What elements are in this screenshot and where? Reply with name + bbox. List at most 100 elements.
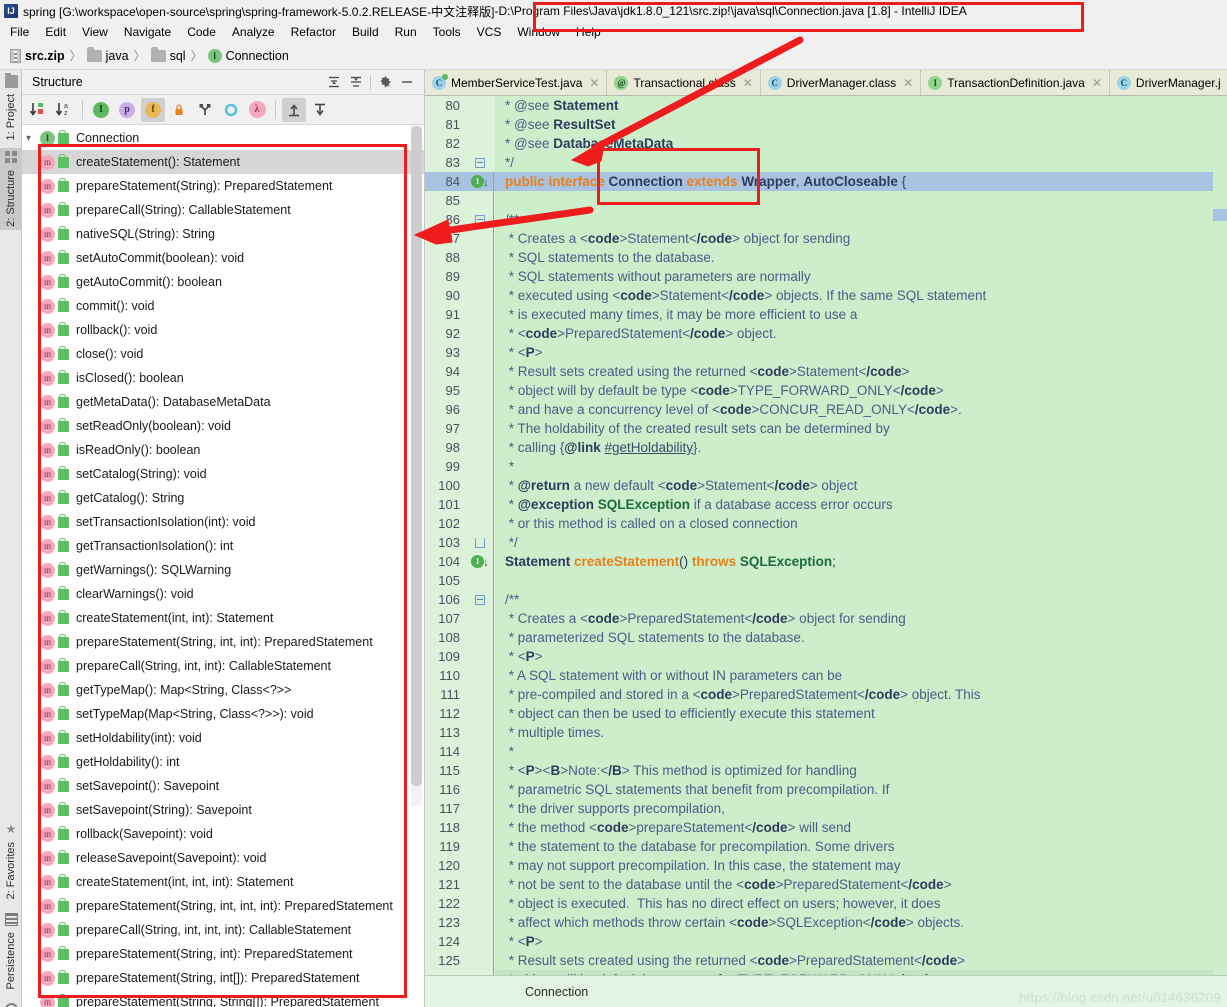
breadcrumb-item-src-zip[interactable]: src.zip bbox=[8, 48, 67, 63]
menu-item-window[interactable]: Window bbox=[509, 23, 568, 41]
sidebar-item-persistence[interactable]: Persistence bbox=[0, 910, 22, 992]
code-line[interactable]: 100 * @return a new default <code>Statem… bbox=[425, 476, 1227, 495]
close-icon[interactable]: ✕ bbox=[903, 76, 913, 90]
editor-error-stripe[interactable] bbox=[1213, 96, 1227, 975]
editor-gutter[interactable] bbox=[467, 590, 493, 609]
editor-gutter[interactable] bbox=[467, 191, 493, 210]
editor-gutter[interactable] bbox=[467, 96, 493, 115]
editor-gutter[interactable] bbox=[467, 704, 493, 723]
expand-all-icon[interactable] bbox=[323, 72, 345, 92]
tree-item-method[interactable]: m createStatement(int, int, int): Stateme… bbox=[22, 870, 424, 894]
code-line[interactable]: 120 * may not support precompilation. In… bbox=[425, 856, 1227, 875]
code-line[interactable]: 104 I ↓ Statement createStatement() throws … bbox=[425, 552, 1227, 571]
tree-item-method[interactable]: m isReadOnly(): boolean bbox=[22, 438, 424, 462]
code-line[interactable]: 87 * Creates a <code>Statement</code> ob… bbox=[425, 229, 1227, 248]
code-line[interactable]: 105 bbox=[425, 571, 1227, 590]
code-line[interactable]: 115 * <P><B>Note:</B> This method is opt… bbox=[425, 761, 1227, 780]
editor-tab-drivermanager-j[interactable]: C DriverManager.j bbox=[1109, 70, 1227, 95]
editor-gutter[interactable] bbox=[467, 419, 493, 438]
tree-item-method[interactable]: m prepareStatement(String, String[]): Pre… bbox=[22, 990, 424, 1007]
sidebar-item-project[interactable]: 1: Project bbox=[0, 72, 22, 143]
code-line[interactable]: 90 * executed using <code>Statement</cod… bbox=[425, 286, 1227, 305]
code-line[interactable]: 114 * bbox=[425, 742, 1227, 761]
tree-item-method[interactable]: m commit(): void bbox=[22, 294, 424, 318]
code-line[interactable]: 117 * the driver supports precompilation… bbox=[425, 799, 1227, 818]
code-line[interactable]: 91 * is executed many times, it may be m… bbox=[425, 305, 1227, 324]
fold-collapse-icon[interactable] bbox=[475, 594, 485, 605]
code-line[interactable]: 111 * pre-compiled and stored in a <code… bbox=[425, 685, 1227, 704]
editor-gutter[interactable] bbox=[467, 818, 493, 837]
code-line[interactable]: 109 * <P> bbox=[425, 647, 1227, 666]
editor-gutter[interactable] bbox=[467, 628, 493, 647]
code-line[interactable]: 82 * @see DatabaseMetaData bbox=[425, 134, 1227, 153]
menu-item-help[interactable]: Help bbox=[568, 23, 609, 41]
close-icon[interactable]: ✕ bbox=[743, 76, 753, 90]
sidebar-item-web[interactable]: Web bbox=[0, 1000, 22, 1007]
editor-gutter[interactable] bbox=[467, 305, 493, 324]
show-properties-icon[interactable]: p bbox=[115, 98, 139, 122]
code-line[interactable]: 85 bbox=[425, 191, 1227, 210]
editor-gutter[interactable] bbox=[467, 571, 493, 590]
editor-gutter[interactable] bbox=[467, 742, 493, 761]
code-line[interactable]: 112 * object can then be used to efficie… bbox=[425, 704, 1227, 723]
editor-gutter[interactable] bbox=[467, 913, 493, 932]
tree-item-method[interactable]: m getHoldability(): int bbox=[22, 750, 424, 774]
editor-gutter[interactable] bbox=[467, 761, 493, 780]
editor-gutter[interactable] bbox=[467, 647, 493, 666]
editor-gutter[interactable] bbox=[467, 400, 493, 419]
code-line[interactable]: 86 /** bbox=[425, 210, 1227, 229]
menu-item-analyze[interactable]: Analyze bbox=[224, 23, 283, 41]
menu-item-code[interactable]: Code bbox=[179, 23, 224, 41]
tree-item-method[interactable]: m clearWarnings(): void bbox=[22, 582, 424, 606]
editor-gutter[interactable] bbox=[467, 799, 493, 818]
code-line[interactable]: 107 * Creates a <code>PreparedStatement<… bbox=[425, 609, 1227, 628]
code-line[interactable]: 102 * or this method is called on a clos… bbox=[425, 514, 1227, 533]
show-non-public-icon[interactable] bbox=[167, 98, 191, 122]
menu-item-run[interactable]: Run bbox=[387, 23, 425, 41]
collapse-all-icon[interactable] bbox=[345, 72, 367, 92]
code-line[interactable]: 125 * Result sets created using the retu… bbox=[425, 951, 1227, 970]
code-line[interactable]: 80 * @see Statement bbox=[425, 96, 1227, 115]
code-line[interactable]: 124 * <P> bbox=[425, 932, 1227, 951]
tree-item-method[interactable]: m getTransactionIsolation(): int bbox=[22, 534, 424, 558]
editor-gutter[interactable] bbox=[467, 875, 493, 894]
editor-gutter[interactable]: I ↓ bbox=[467, 172, 493, 191]
menu-item-navigate[interactable]: Navigate bbox=[116, 23, 179, 41]
show-lambdas-icon[interactable]: λ bbox=[245, 98, 269, 122]
code-line[interactable]: 123 * affect which methods throw certain… bbox=[425, 913, 1227, 932]
tree-item-method[interactable]: m createStatement(): Statement bbox=[22, 150, 424, 174]
code-line[interactable]: 110 * A SQL statement with or without IN… bbox=[425, 666, 1227, 685]
code-line[interactable]: 97 * The holdability of the created resu… bbox=[425, 419, 1227, 438]
show-inherited-members-icon[interactable]: I bbox=[89, 98, 113, 122]
tree-item-method[interactable]: m getAutoCommit(): boolean bbox=[22, 270, 424, 294]
editor-gutter[interactable] bbox=[467, 609, 493, 628]
autoscroll-from-source-icon[interactable] bbox=[308, 98, 332, 122]
editor-gutter[interactable] bbox=[467, 780, 493, 799]
editor-tab-memberservicetest-java[interactable]: C MemberServiceTest.java ✕ bbox=[425, 70, 608, 95]
menu-item-build[interactable]: Build bbox=[344, 23, 387, 41]
sort-alphabetically-icon[interactable]: a z bbox=[52, 98, 76, 122]
editor-gutter[interactable] bbox=[467, 381, 493, 400]
fold-end-icon[interactable] bbox=[475, 537, 485, 548]
show-anonymous-classes-icon[interactable] bbox=[219, 98, 243, 122]
code-line[interactable]: 92 * <code>PreparedStatement</code> obje… bbox=[425, 324, 1227, 343]
code-line[interactable]: 88 * SQL statements to the database. bbox=[425, 248, 1227, 267]
editor-tab-transactiondefinition-java[interactable]: I TransactionDefinition.java ✕ bbox=[921, 70, 1110, 95]
tree-item-method[interactable]: m prepareStatement(String, int): Prepared… bbox=[22, 942, 424, 966]
code-line[interactable]: 121 * not be sent to the database until … bbox=[425, 875, 1227, 894]
tree-item-method[interactable]: m prepareStatement(String, int, int): Pre… bbox=[22, 630, 424, 654]
scrollbar-thumb[interactable] bbox=[411, 126, 422, 786]
breadcrumb-item-sql[interactable]: sql bbox=[149, 46, 188, 63]
code-line[interactable]: 99 * bbox=[425, 457, 1227, 476]
tree-item-method[interactable]: m setHoldability(int): void bbox=[22, 726, 424, 750]
code-line[interactable]: 116 * parametric SQL statements that ben… bbox=[425, 780, 1227, 799]
tree-item-method[interactable]: m setSavepoint(): Savepoint bbox=[22, 774, 424, 798]
tree-item-method[interactable]: m releaseSavepoint(Savepoint): void bbox=[22, 846, 424, 870]
fold-collapse-icon[interactable] bbox=[475, 157, 485, 168]
editor-gutter[interactable] bbox=[467, 666, 493, 685]
code-editor[interactable]: 80 * @see Statement 81 * @see ResultSet 82 * … bbox=[425, 96, 1227, 975]
editor-gutter[interactable] bbox=[467, 894, 493, 913]
fold-collapse-icon[interactable] bbox=[475, 214, 485, 225]
editor-gutter[interactable] bbox=[467, 533, 493, 552]
editor-gutter[interactable] bbox=[467, 951, 493, 970]
